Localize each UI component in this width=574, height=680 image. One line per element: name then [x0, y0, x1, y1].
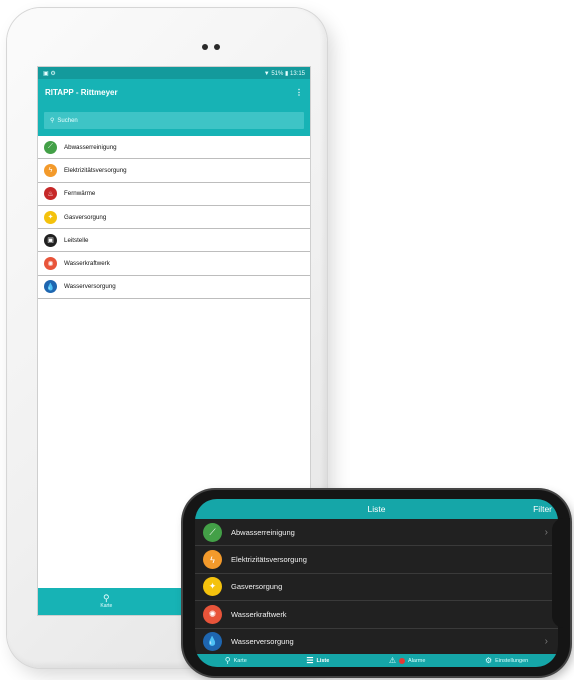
search-placeholder: Suchen — [57, 117, 78, 124]
droplet-icon: 💧 — [203, 632, 222, 652]
pipe-icon: ⟋ — [44, 140, 57, 154]
status-bar: ▣ ⚙ ▼ 51% ▮ 13:15 — [38, 67, 310, 79]
page-title: Liste — [367, 504, 386, 514]
list-item-label: Wasserkraftwerk — [231, 609, 287, 619]
map-icon: ⚲ — [103, 593, 110, 603]
lightning-icon: ϟ — [44, 163, 57, 177]
tab-karte[interactable]: ⚲ Karte — [225, 656, 247, 665]
tab-alarme[interactable]: ⚠ Alarme — [389, 656, 426, 665]
flame-icon: ✦ — [44, 210, 57, 224]
app-bar: RITAPP - Rittmeyer ⋮ — [38, 79, 310, 106]
tab-label: Karte — [233, 657, 247, 664]
list-item[interactable]: ϟ Elektrizitätsversorgung — [38, 159, 310, 183]
overflow-menu-icon[interactable]: ⋮ — [295, 88, 303, 97]
tab-label: Einstellungen — [495, 657, 529, 664]
list-item-label: Gasversorgung — [231, 582, 283, 592]
droplet-icon: 💧 — [44, 280, 57, 294]
phone-device: Liste Filter ⟋ Abwasserreinigung › ϟ Elektri… — [183, 490, 570, 676]
list-item[interactable]: 💧 Wasserversorgung › — [195, 629, 558, 656]
flame-icon: ✦ — [203, 577, 222, 597]
tab-liste[interactable]: ☰Liste — [306, 656, 329, 665]
search-input[interactable]: ⚲ Suchen — [44, 112, 304, 129]
list-item-label: Wasserversorgung — [64, 283, 116, 291]
camera-icon — [202, 44, 208, 50]
alarm-icon: ⚠ — [388, 656, 397, 665]
list-item[interactable]: ⟋ Abwasserreinigung — [38, 136, 310, 160]
list-item-label: Fernwärme — [64, 190, 96, 198]
list-item-label: Leitstelle — [64, 236, 89, 244]
lightning-icon: ϟ — [203, 550, 222, 570]
list-item-label: Elektrizitätsversorgung — [64, 166, 127, 174]
chevron-right-icon: › — [544, 636, 548, 648]
status-right: ▼ 51% ▮ 13:15 — [263, 70, 305, 77]
alarm-badge — [399, 657, 406, 664]
list-item-label: Wasserversorgung — [231, 637, 294, 647]
list-item-label: Abwasserreinigung — [231, 527, 295, 537]
tab-bar: ⚲ Karte ☰ Liste ⚠ Alarme ⚙ Einstellungen — [195, 654, 558, 667]
pipe-icon: ⟋ — [203, 522, 222, 542]
phone-notch — [552, 518, 570, 628]
turbine-icon: ✺ — [44, 257, 57, 271]
search-bar: ⚲ Suchen — [38, 106, 310, 136]
tab-label: Karte — [100, 603, 113, 609]
tab-einstellungen[interactable]: ⚙ Einstellungen — [485, 656, 528, 665]
tab-label: Alarme — [408, 657, 426, 664]
list-item[interactable]: ✦ Gasversorgung — [38, 206, 310, 230]
monitor-icon: ▣ — [44, 233, 57, 247]
list-item[interactable]: ♨ Fernwärme — [38, 183, 310, 206]
list-item[interactable]: ✺ Wasserkraftwerk — [195, 601, 558, 629]
tab-karte[interactable]: ⚲ Karte — [100, 593, 113, 610]
category-list: ⟋ Abwasserreinigung › ϟ Elektrizitätsversorg… — [195, 519, 558, 656]
turbine-icon: ✺ — [203, 604, 222, 624]
list-item[interactable]: ✺ Wasserkraftwerk — [38, 252, 310, 276]
status-left: ▣ ⚙ — [43, 70, 56, 77]
chevron-right-icon: › — [544, 526, 548, 538]
phone-screen: Liste Filter ⟋ Abwasserreinigung › ϟ Elektri… — [195, 499, 558, 667]
list-item-label: Abwasserreinigung — [64, 143, 117, 151]
app-title: RITAPP - Rittmeyer — [45, 88, 118, 97]
list-item[interactable]: 💧 Wasserversorgung — [38, 276, 310, 300]
list-item[interactable]: ▣ Leitstelle — [38, 229, 310, 253]
filter-button[interactable]: Filter — [533, 504, 552, 514]
heat-icon: ♨ — [44, 187, 57, 201]
search-icon: ⚲ — [50, 118, 55, 124]
list-item[interactable]: ⟋ Abwasserreinigung › — [195, 519, 558, 547]
list-icon: ☰ — [306, 656, 314, 665]
gear-icon: ⚙ — [484, 656, 493, 665]
nav-bar: Liste Filter — [195, 499, 558, 519]
list-item-label: Wasserkraftwerk — [64, 260, 110, 268]
sensor-icon — [214, 44, 220, 50]
map-icon: ⚲ — [224, 656, 231, 665]
list-item[interactable]: ϟ Elektrizitätsversorgung — [195, 546, 558, 574]
tab-label: Liste — [316, 657, 330, 664]
category-list: ⟋ Abwasserreinigung ϟ Elektrizitätsversorgu… — [38, 136, 310, 300]
list-item-label: Elektrizitätsversorgung — [231, 555, 307, 565]
list-item-label: Gasversorgung — [64, 213, 107, 221]
list-item[interactable]: ✦ Gasversorgung — [195, 574, 558, 602]
